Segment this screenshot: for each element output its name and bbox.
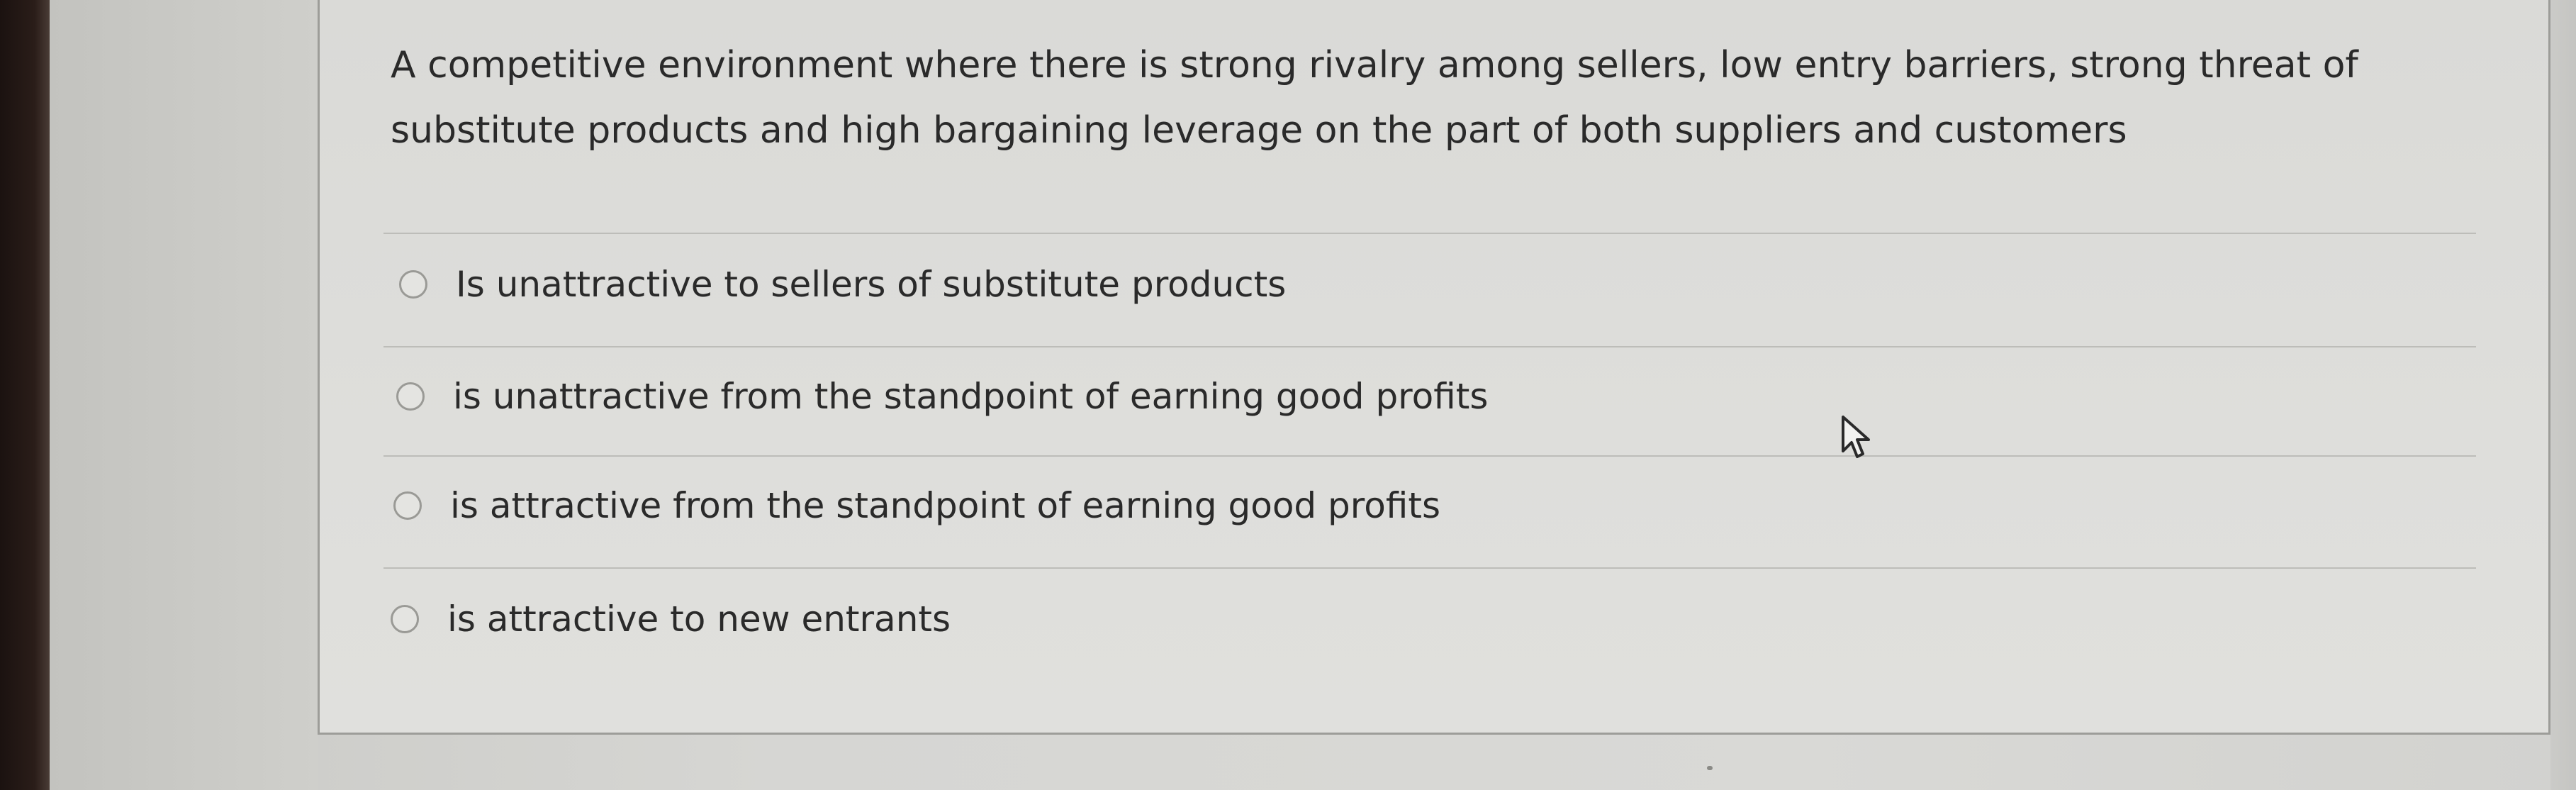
question-line-2: substitute products and high bargaining …	[391, 109, 2127, 152]
answer-option-label: is unattractive from the standpoint of e…	[453, 376, 1489, 417]
answer-option-label: Is unattractive to sellers of substitute…	[456, 264, 1287, 305]
answer-option-label: is attractive from the standpoint of ear…	[450, 485, 1440, 526]
mouse-pointer-icon	[1842, 416, 1870, 458]
radio-button-icon[interactable]	[399, 270, 427, 299]
screen-speck	[1707, 766, 1713, 770]
radio-button-icon[interactable]	[393, 491, 422, 520]
divider	[383, 567, 2476, 569]
answer-option-1[interactable]: Is unattractive to sellers of substitute…	[399, 245, 2100, 323]
question-line-1: A competitive environment where there is…	[391, 44, 2358, 87]
question-text: A competitive environment where there is…	[391, 33, 2489, 163]
answer-option-3[interactable]: is attractive from the standpoint of ear…	[393, 467, 2095, 545]
divider	[383, 455, 2476, 457]
divider	[383, 346, 2476, 347]
right-margin	[2550, 0, 2576, 790]
radio-button-icon[interactable]	[391, 605, 419, 633]
radio-button-icon[interactable]	[396, 382, 425, 411]
screen: A competitive environment where there is…	[0, 0, 2576, 790]
answer-option-label: is attractive to new entrants	[447, 599, 951, 640]
left-margin	[50, 0, 318, 790]
answer-option-4[interactable]: is attractive to new entrants	[391, 580, 2092, 658]
divider	[383, 233, 2476, 234]
monitor-bezel	[0, 0, 50, 790]
question-card: A competitive environment where there is…	[318, 0, 2550, 735]
